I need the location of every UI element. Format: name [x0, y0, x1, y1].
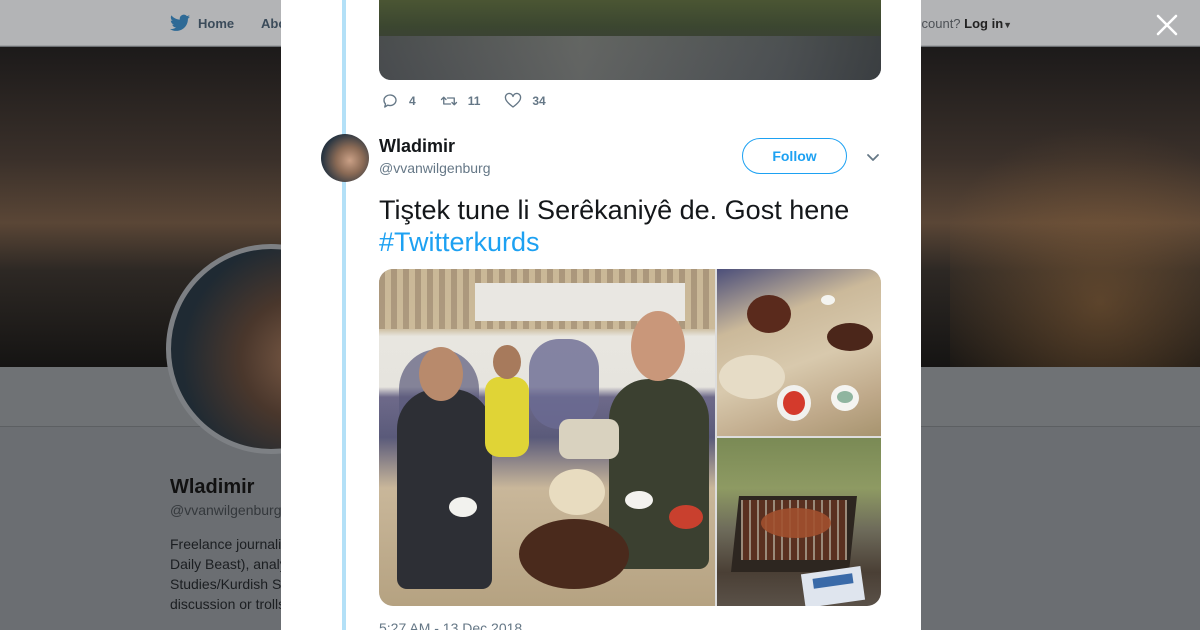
- media-photo-food-spread[interactable]: [717, 269, 881, 436]
- tweet-body: Tiştek tune li Serêkaniyê de. Gost hene: [379, 195, 850, 225]
- tweet-modal: 4 11 34 Wladimir @vvanwilgenburg Follow …: [281, 0, 921, 630]
- home-label: Home: [198, 15, 235, 31]
- hashtag-link[interactable]: #Twitterkurds: [379, 227, 540, 257]
- profile-name: Wladimir: [170, 476, 255, 498]
- home-nav-link[interactable]: Home: [170, 14, 234, 32]
- profile-handle: @vvanwilgenburg: [170, 502, 282, 518]
- twitter-bird-icon: [170, 14, 190, 31]
- like-count: 34: [532, 94, 546, 108]
- retweet-icon: [440, 96, 457, 106]
- bio-line: discussion or trolls: [170, 596, 286, 612]
- bio-line: Studies/Kurdish S: [170, 576, 282, 592]
- media-photo-grill[interactable]: [717, 438, 881, 606]
- media-photo-people-eating[interactable]: [379, 269, 715, 606]
- bio-line: Freelance journali: [170, 536, 282, 552]
- account-prompt-text: ccount?: [915, 16, 961, 31]
- close-button[interactable]: [1152, 10, 1182, 40]
- author-name[interactable]: Wladimir: [379, 136, 455, 157]
- reply-count: 4: [409, 94, 416, 108]
- more-options-button[interactable]: [863, 148, 883, 168]
- thread-connector-line: [342, 0, 346, 630]
- retweet-action[interactable]: 11: [440, 92, 481, 110]
- tweet-timestamp[interactable]: 5:27 AM - 13 Dec 2018: [379, 620, 522, 630]
- author-avatar[interactable]: [321, 134, 369, 182]
- previous-tweet-photo[interactable]: [379, 0, 881, 80]
- heart-icon: [505, 92, 522, 108]
- bio-line: Daily Beast), analy: [170, 556, 287, 572]
- reply-action[interactable]: 4: [381, 92, 416, 110]
- author-handle[interactable]: @vvanwilgenburg: [379, 160, 491, 176]
- account-prompt: ccount? Log in▼: [915, 16, 1012, 31]
- retweet-count: 11: [467, 94, 481, 108]
- follow-button[interactable]: Follow: [742, 138, 847, 174]
- close-icon: [1156, 14, 1178, 36]
- chevron-down-icon: [867, 154, 879, 161]
- profile-bio: Freelance journali Daily Beast), analy S…: [170, 534, 290, 614]
- login-caret-icon: ▼: [1003, 20, 1013, 30]
- reply-icon: [383, 94, 397, 108]
- tweet-text: Tiştek tune li Serêkaniyê de. Gost hene …: [379, 194, 889, 258]
- login-link[interactable]: Log in: [964, 16, 1003, 31]
- tweet-media-grid: [379, 269, 881, 606]
- previous-tweet-actions: 4 11 34: [381, 92, 570, 110]
- like-action[interactable]: 34: [504, 92, 546, 110]
